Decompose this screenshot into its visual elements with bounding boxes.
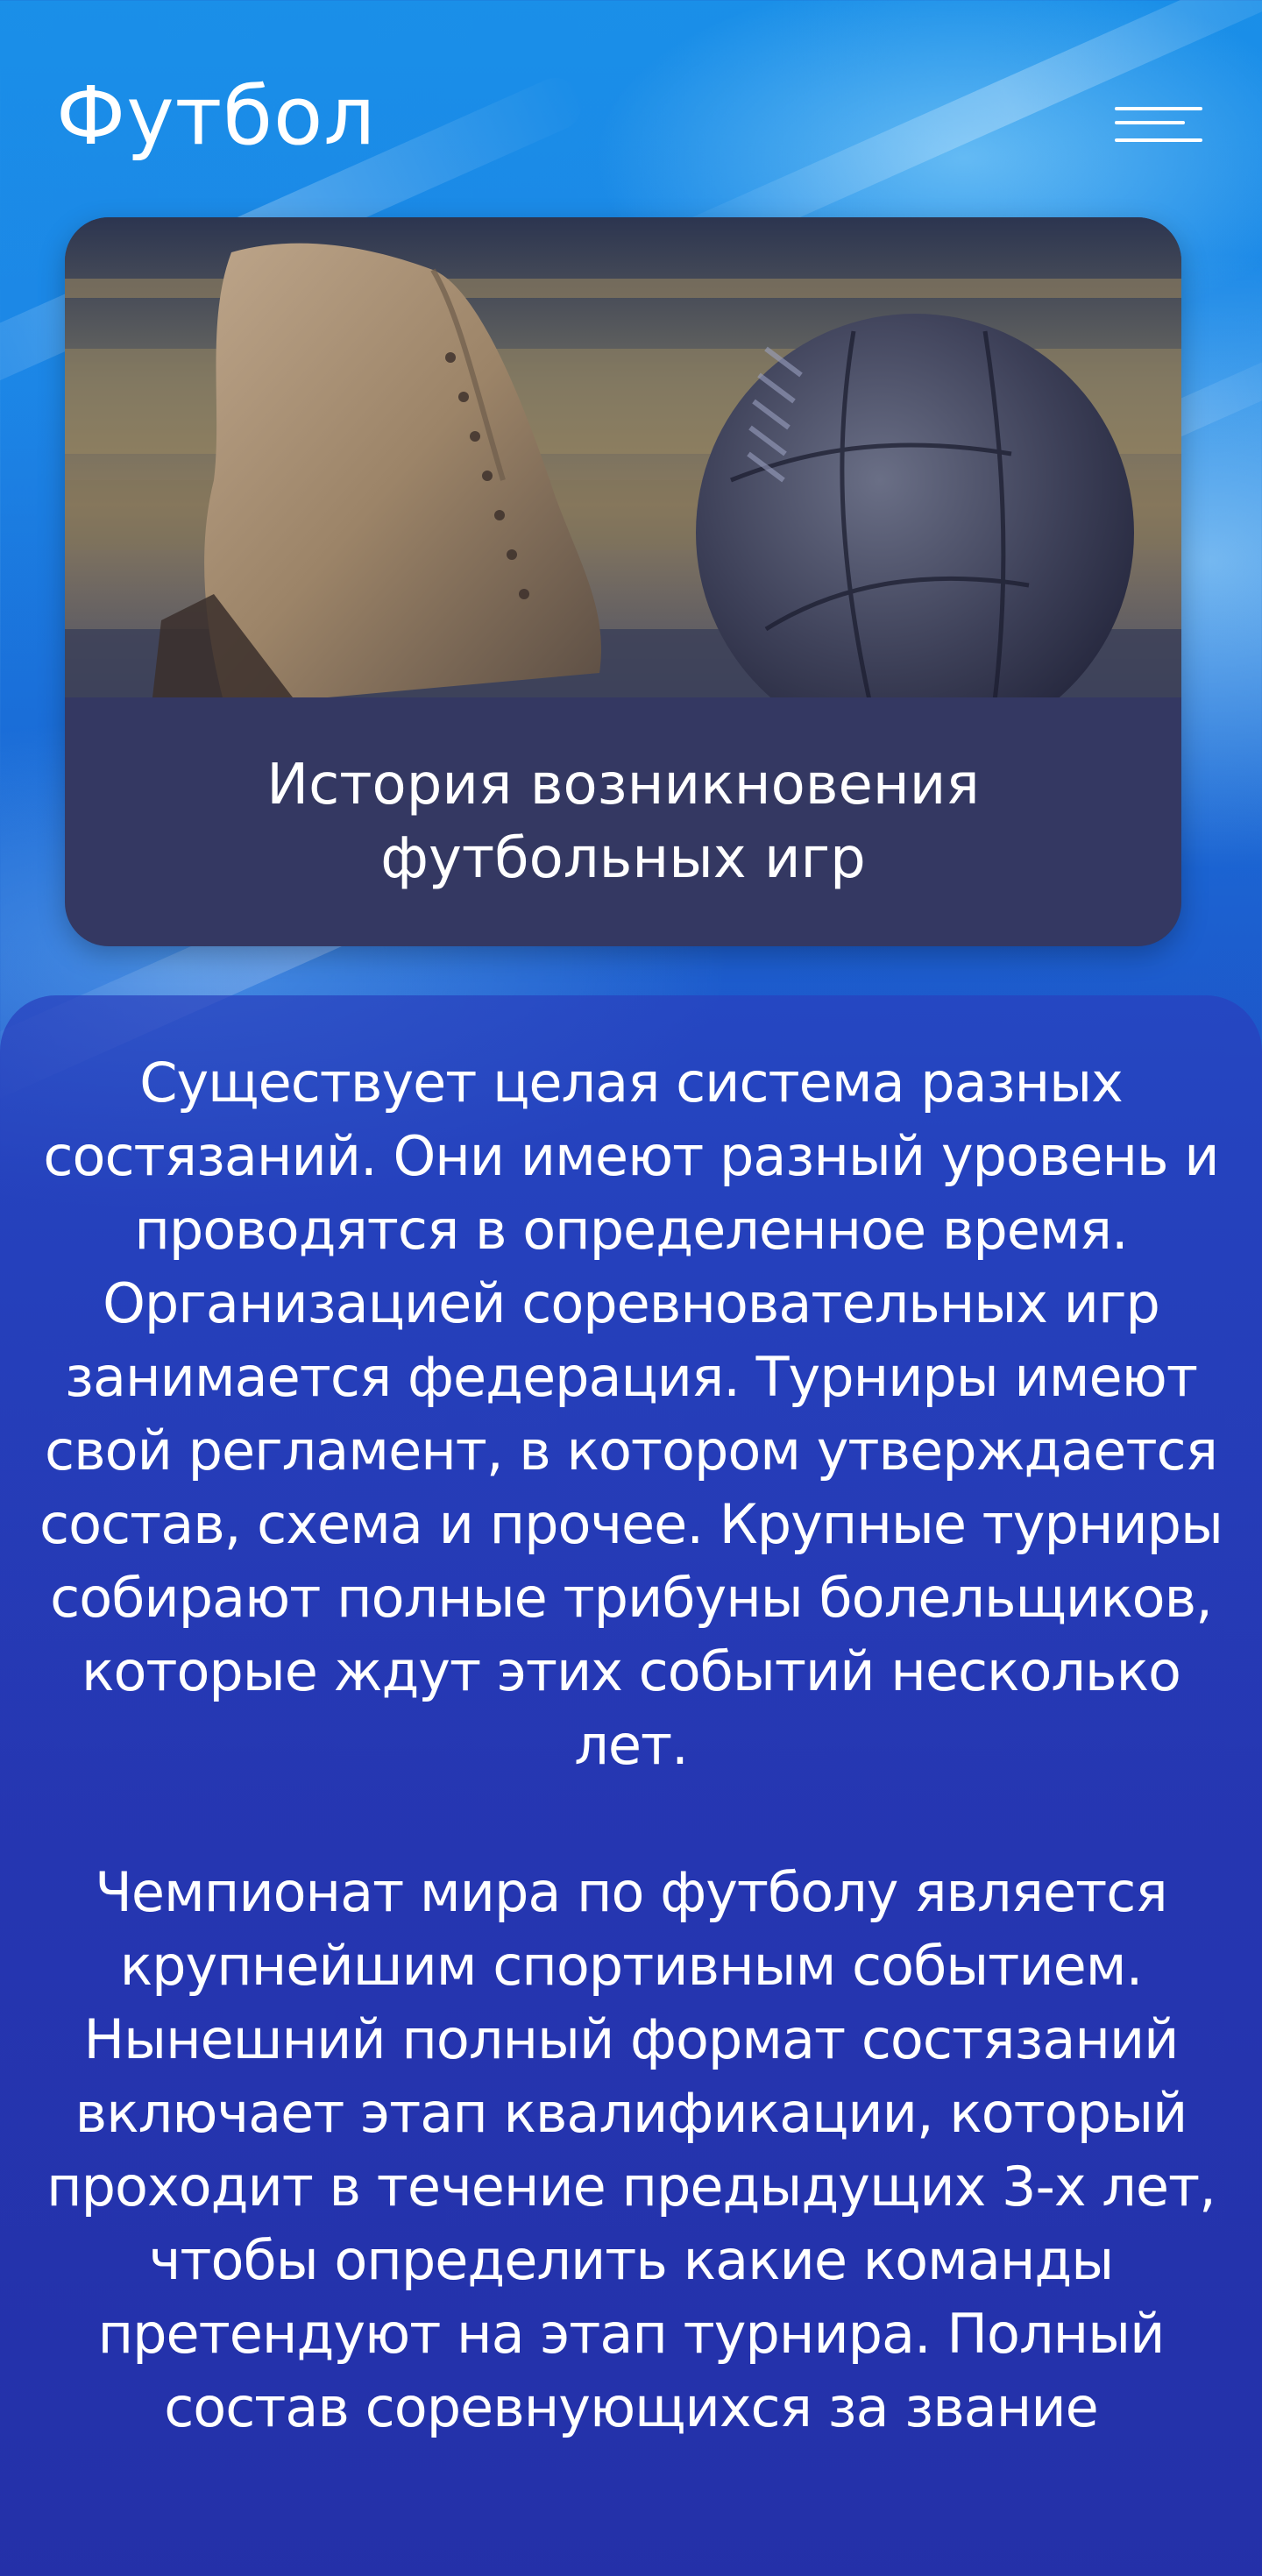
article-panel: Существует целая система разных состязан… [0, 995, 1262, 2576]
card-title[interactable]: История возникновения футбольных игр [65, 697, 1181, 946]
feature-card[interactable]: История возникновения футбольных игр [65, 217, 1181, 946]
menu-line [1115, 138, 1202, 142]
hamburger-menu-icon[interactable] [1115, 103, 1206, 151]
article-body: Существует целая система разных состязан… [35, 1046, 1227, 2518]
site-title[interactable]: Футбол [56, 68, 376, 165]
menu-line [1115, 121, 1185, 124]
card-image [65, 217, 1181, 697]
menu-line [1115, 107, 1202, 110]
article-paragraph: Существует целая система разных состязан… [39, 1051, 1223, 1777]
article-paragraph: Чемпионат мира по футболу является крупн… [46, 1860, 1216, 2439]
